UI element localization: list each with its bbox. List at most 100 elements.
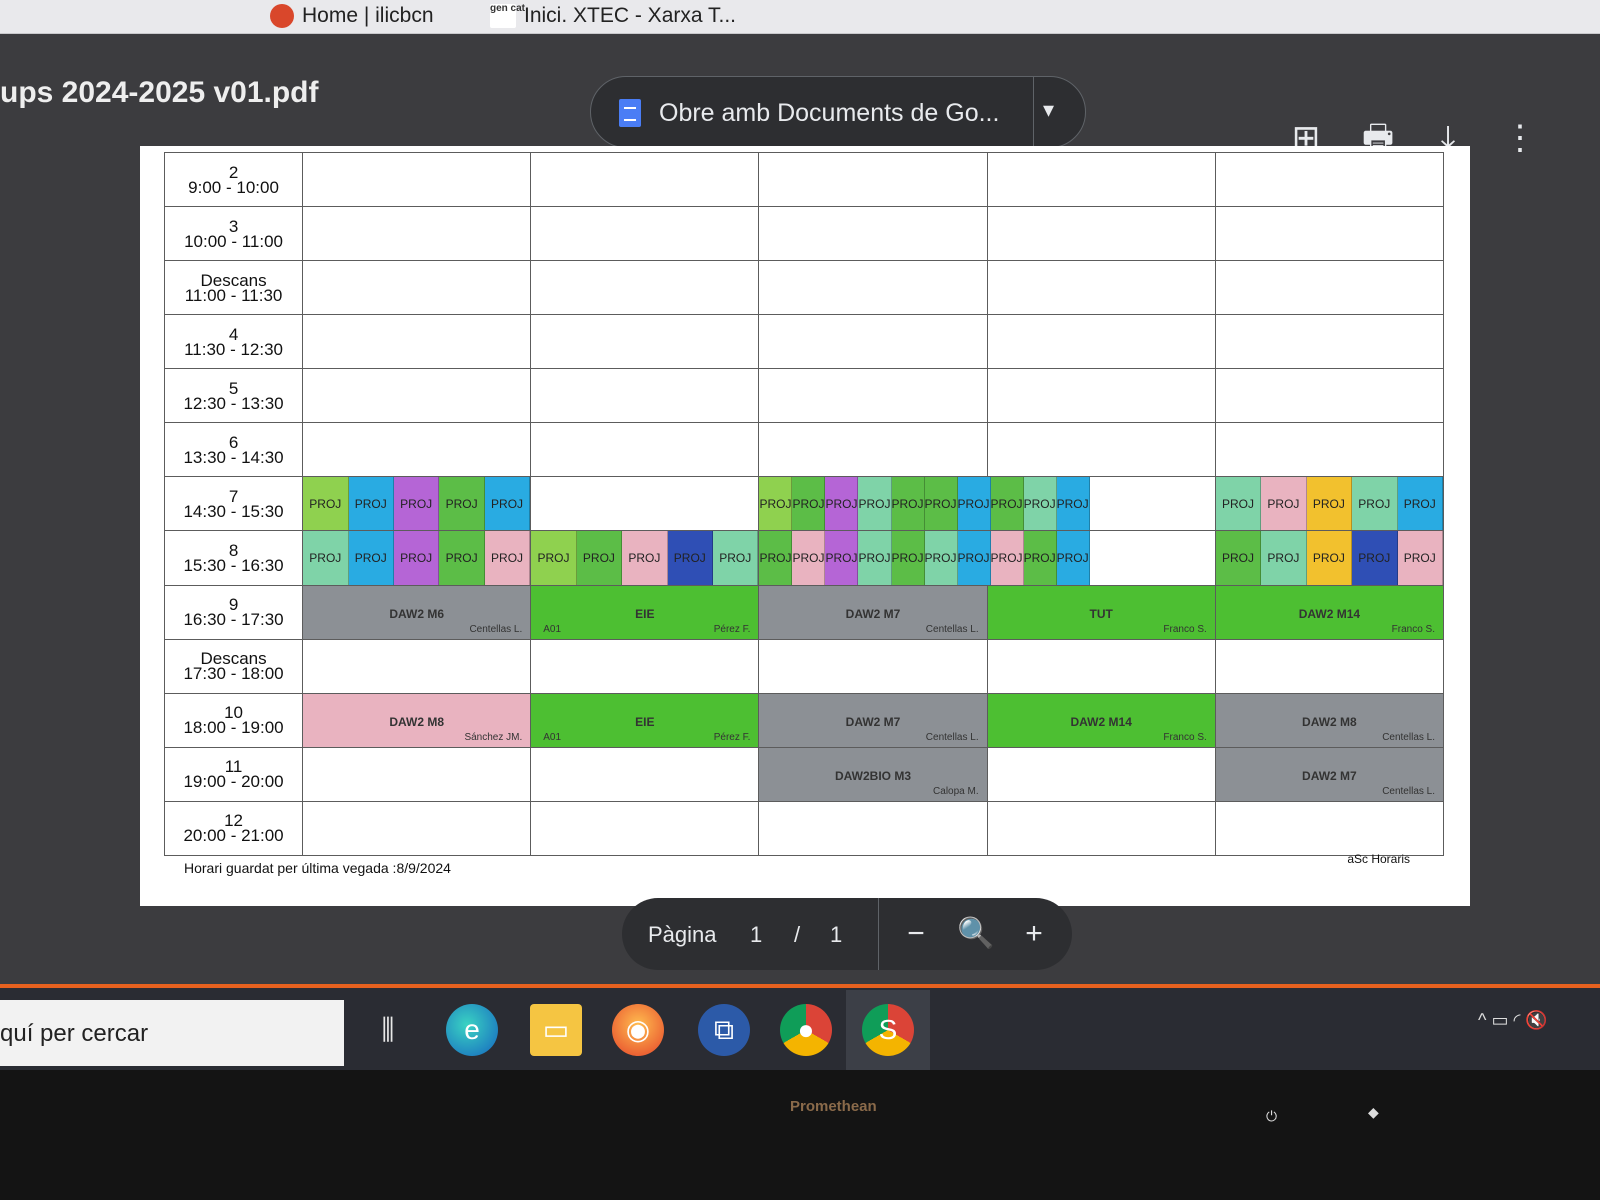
project-block[interactable]: PROJ <box>924 531 958 585</box>
timetable-cell[interactable]: PROJ PROJ PROJ PROJ PROJ <box>530 530 760 586</box>
timetable-cell[interactable]: DAW2 M7 Centellas L. <box>758 692 988 748</box>
chrome-profile-icon[interactable]: S <box>862 1004 914 1056</box>
timetable-cell[interactable] <box>1214 638 1445 694</box>
project-block[interactable]: PROJ <box>957 477 991 531</box>
timetable-cell[interactable] <box>302 422 532 478</box>
lesson-block[interactable]: EIE A01 Pérez F. <box>531 585 759 639</box>
timetable-cell[interactable]: DAW2 M6 Centellas L. <box>302 584 532 640</box>
project-block[interactable]: PROJ <box>1261 531 1307 585</box>
touch-icon[interactable]: ◆ <box>1368 1104 1379 1121</box>
project-block[interactable]: PROJ <box>1397 477 1443 531</box>
timetable-cell[interactable] <box>1214 422 1445 478</box>
timetable-cell[interactable] <box>530 151 760 208</box>
system-tray[interactable]: ^ ▭ ◜ 🔇 <box>1478 1010 1548 1031</box>
task-view-icon[interactable]: ⫼ <box>362 1004 414 1056</box>
timetable-cell[interactable] <box>1214 260 1445 316</box>
timetable-cell[interactable]: TUT Franco S. <box>986 584 1216 640</box>
timetable-cell[interactable] <box>530 800 760 857</box>
project-block[interactable]: PROJ <box>858 477 892 531</box>
timetable-cell[interactable] <box>758 260 988 316</box>
project-block[interactable]: PROJ <box>484 477 531 531</box>
project-block[interactable]: PROJ <box>393 477 440 531</box>
timetable-cell[interactable] <box>758 638 988 694</box>
lesson-block[interactable]: DAW2 M8 Centellas L. <box>1215 693 1443 747</box>
project-block[interactable]: PROJ <box>348 531 394 585</box>
timetable-cell[interactable]: PROJ PROJ PROJ PROJ PROJ <box>1214 476 1445 532</box>
project-block[interactable]: PROJ <box>825 531 859 585</box>
timetable-cell[interactable] <box>986 476 1216 532</box>
timetable-cell[interactable] <box>530 368 760 424</box>
timetable-cell[interactable] <box>530 476 760 532</box>
timetable-cell[interactable] <box>1214 800 1445 857</box>
project-block[interactable]: PROJ <box>891 477 925 531</box>
lesson-block[interactable]: DAW2 M6 Centellas L. <box>303 585 531 639</box>
timetable-cell[interactable] <box>302 206 532 262</box>
timetable-cell[interactable]: EIE A01 Pérez F. <box>530 584 760 640</box>
timetable-cell[interactable] <box>1214 314 1445 370</box>
timetable-cell[interactable]: DAW2 M7 Centellas L. <box>1214 746 1445 802</box>
lesson-block[interactable]: DAW2 M7 Centellas L. <box>759 693 987 747</box>
window-switch-icon[interactable]: ⧉ <box>698 1004 750 1056</box>
timetable-cell[interactable]: DAW2 M14 Franco S. <box>1214 584 1445 640</box>
zoom-in-button[interactable]: + <box>1014 914 1054 954</box>
timetable-cell[interactable]: DAW2BIO M3 Calopa M. <box>758 746 988 802</box>
project-block[interactable]: PROJ <box>393 531 440 585</box>
timetable-cell[interactable] <box>986 151 1216 208</box>
project-block[interactable]: PROJ <box>1215 531 1262 585</box>
timetable-cell[interactable] <box>758 368 988 424</box>
project-block[interactable]: PROJ <box>1352 477 1398 531</box>
lesson-block[interactable]: DAW2 M14 Franco S. <box>1215 585 1443 639</box>
timetable-cell[interactable] <box>302 314 532 370</box>
timetable-cell[interactable]: DAW2 M8 Centellas L. <box>1214 692 1445 748</box>
project-block[interactable]: PROJ <box>1397 531 1443 585</box>
page-number-input[interactable]: 1 <box>750 922 762 948</box>
project-block[interactable]: PROJ <box>759 477 793 531</box>
timetable-cell[interactable] <box>1214 206 1445 262</box>
timetable-cell[interactable] <box>302 260 532 316</box>
lesson-block[interactable]: DAW2 M7 Centellas L. <box>759 585 987 639</box>
timetable-cell[interactable]: PROJ PROJ PROJ PROJ PROJ PROJ PROJ PROJ PROJ PROJ <box>758 530 1090 586</box>
chevron-down-icon[interactable]: ▾ <box>1043 97 1054 123</box>
project-block[interactable]: PROJ <box>858 531 892 585</box>
zoom-out-button[interactable]: − <box>896 914 936 954</box>
timetable-cell[interactable]: PROJ PROJ PROJ PROJ PROJ <box>1214 530 1445 586</box>
project-block[interactable]: PROJ <box>792 531 826 585</box>
project-block[interactable]: PROJ <box>576 531 623 585</box>
project-block[interactable]: PROJ <box>1306 531 1353 585</box>
timetable-cell[interactable] <box>986 746 1216 802</box>
timetable-cell[interactable] <box>530 746 760 802</box>
open-with-docs-button[interactable]: Obre amb Documents de Go... ▾ <box>590 76 1086 149</box>
edge-icon[interactable]: e <box>446 1004 498 1056</box>
timetable-cell[interactable] <box>758 206 988 262</box>
timetable-cell[interactable] <box>986 368 1216 424</box>
lesson-block[interactable]: DAW2 M8 Sánchez JM. <box>303 693 531 747</box>
project-block[interactable]: PROJ <box>1261 477 1307 531</box>
timetable-cell[interactable]: DAW2 M14 Franco S. <box>986 692 1216 748</box>
project-block[interactable]: PROJ <box>303 477 349 531</box>
project-block[interactable]: PROJ <box>891 531 925 585</box>
timetable-cell[interactable]: DAW2 M7 Centellas L. <box>758 584 988 640</box>
timetable-cell[interactable]: EIE A01 Pérez F. <box>530 692 760 748</box>
tab-home[interactable]: Home | ilicbcn <box>270 4 434 32</box>
timetable-cell[interactable] <box>986 260 1216 316</box>
project-block[interactable]: PROJ <box>439 477 485 531</box>
project-block[interactable]: PROJ <box>1215 477 1262 531</box>
timetable-cell[interactable] <box>986 530 1216 586</box>
file-explorer-icon[interactable]: ▭ <box>530 1004 582 1056</box>
timetable-cell[interactable] <box>530 206 760 262</box>
timetable-cell[interactable] <box>530 638 760 694</box>
project-block[interactable]: PROJ <box>439 531 485 585</box>
timetable-cell[interactable] <box>302 638 532 694</box>
firefox-icon[interactable]: ◉ <box>612 1004 664 1056</box>
lesson-block[interactable]: DAW2 M7 Centellas L. <box>1215 747 1443 801</box>
project-block[interactable]: PROJ <box>825 477 859 531</box>
project-block[interactable]: PROJ <box>759 531 793 585</box>
timetable-cell[interactable] <box>986 422 1216 478</box>
timetable-cell[interactable] <box>302 746 532 802</box>
timetable-cell[interactable] <box>986 314 1216 370</box>
timetable-cell[interactable] <box>302 800 532 857</box>
timetable-cell[interactable]: PROJ PROJ PROJ PROJ PROJ <box>302 476 532 532</box>
timetable-cell[interactable] <box>986 638 1216 694</box>
timetable-cell[interactable] <box>758 314 988 370</box>
timetable-cell[interactable] <box>302 368 532 424</box>
